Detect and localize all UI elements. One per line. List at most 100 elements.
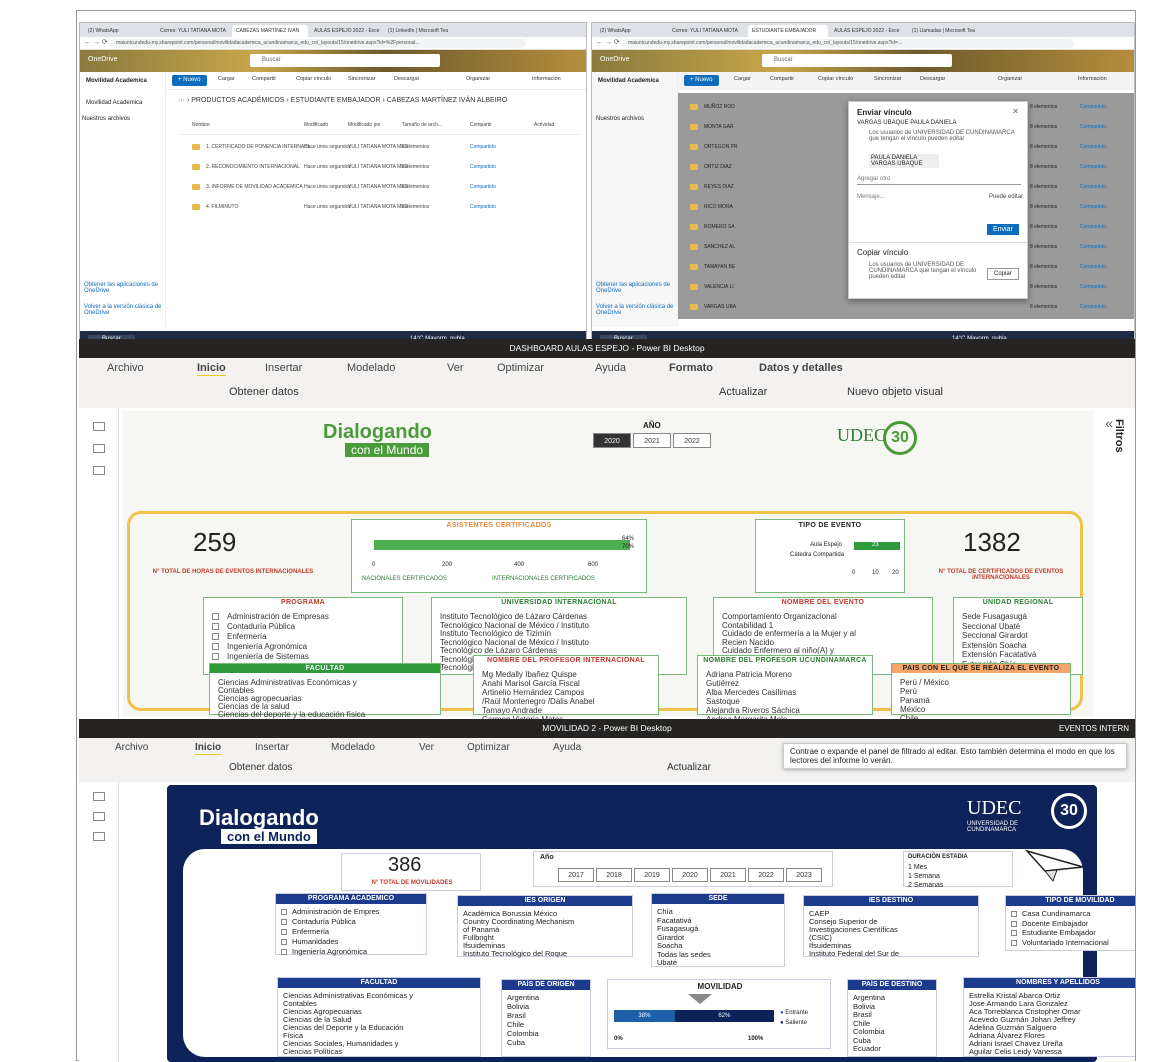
list-item[interactable]: Enfermería xyxy=(281,927,329,936)
nav-footer-link[interactable]: Obtener las aplicaciones de OneDrive xyxy=(84,282,162,294)
app-name[interactable]: OneDrive xyxy=(600,56,630,63)
list-item[interactable]: Aguilar Celis Leidy Vanessa xyxy=(969,1047,1062,1056)
ribbon-tab[interactable]: Formato xyxy=(669,362,713,374)
list-item[interactable]: Extensión Soacha xyxy=(962,641,1027,650)
share-status[interactable]: Compartido xyxy=(1080,237,1106,257)
message-input[interactable]: Mensaje... xyxy=(857,194,885,200)
share-status[interactable]: Compartido xyxy=(1080,157,1106,177)
browser-tab[interactable]: Correo: YULI TATIANA MOTA xyxy=(668,25,746,37)
ribbon-tab-active[interactable]: Inicio xyxy=(197,362,226,374)
checkbox[interactable] xyxy=(1011,939,1017,946)
year-button[interactable]: 2022 xyxy=(673,433,711,448)
list-item[interactable]: 1 Semana xyxy=(908,873,940,880)
list-item[interactable]: Ciencias Políticas xyxy=(283,1047,342,1056)
browser-tab[interactable]: Correo: YULI TATIANA MOTA xyxy=(156,25,230,37)
get-data-button[interactable]: Obtener datos xyxy=(229,762,292,773)
list-item[interactable]: Estudiante Embajador xyxy=(1011,928,1096,937)
list-item[interactable]: Seccional Ubaté xyxy=(962,622,1020,631)
share-status[interactable]: Compartido xyxy=(470,177,496,197)
ribbon-tab[interactable]: Ayuda xyxy=(553,742,581,753)
list-item[interactable]: Adriana Patricia Moreno xyxy=(706,670,792,679)
refresh-button[interactable]: Actualizar xyxy=(719,386,767,398)
list-item[interactable]: Contaduría Pública xyxy=(281,917,356,926)
download-button[interactable]: Descargar xyxy=(394,76,419,82)
browser-tab[interactable]: AULAS ESPEJO 2022 - Exce xyxy=(310,25,382,37)
copy-link-button[interactable]: Copiar vínculo xyxy=(296,76,331,82)
checkbox[interactable] xyxy=(212,643,219,651)
ribbon-tab[interactable]: Ayuda xyxy=(595,362,626,374)
checkbox[interactable] xyxy=(281,909,287,916)
share-status[interactable]: Compartido xyxy=(1080,197,1106,217)
share-status[interactable]: Compartido xyxy=(1080,117,1106,137)
checkbox[interactable] xyxy=(1011,920,1017,927)
ribbon-tab[interactable]: Optimizar xyxy=(467,742,510,753)
send-button[interactable]: Enviar xyxy=(987,224,1019,235)
list-item[interactable]: Docente Embajador xyxy=(1011,919,1088,928)
folder-row[interactable]: VARGAS UBA 8 elementos Compartido xyxy=(690,297,1120,317)
report-view-icon[interactable] xyxy=(93,422,105,431)
list-item[interactable]: Sede Fusagasugá xyxy=(962,612,1027,621)
share-status[interactable]: Compartido xyxy=(470,157,496,177)
column-header[interactable]: Modificado por xyxy=(348,115,381,135)
share-status[interactable]: Compartido xyxy=(470,137,496,157)
model-view-icon[interactable] xyxy=(93,466,105,475)
browser-tab[interactable]: (1) LinkedIn | Microsoft Tea xyxy=(384,25,462,37)
report-view-icon[interactable] xyxy=(93,792,105,801)
list-item[interactable]: Extensión Facatativá xyxy=(962,650,1036,659)
list-item[interactable]: Chile xyxy=(507,1020,524,1029)
ribbon-tab[interactable]: Insertar xyxy=(255,742,289,753)
browser-tab[interactable]: (2) WhatsApp xyxy=(84,25,154,37)
list-item[interactable]: Contaduría Pública xyxy=(212,622,295,631)
file-row[interactable]: 4. FILMINUTO Hace unos segundos YULI TATIA… xyxy=(180,197,580,217)
year-button[interactable]: 2021 xyxy=(633,433,671,448)
list-item[interactable]: Perú xyxy=(900,687,917,696)
link-scope[interactable]: Los usuarios de UNIVERSIDAD DE CUNDINAMA… xyxy=(869,130,1019,142)
list-item[interactable]: Sastoque xyxy=(706,697,740,706)
breadcrumb[interactable]: ··· › PRODUCTOS ACADÉMICOS › ESTUDIANTE … xyxy=(178,97,507,104)
new-button[interactable]: + Nuevo xyxy=(172,75,207,86)
close-icon[interactable]: ✕ xyxy=(1012,107,1019,116)
file-row[interactable]: 3. INFORME DE MOVILIDAD ACADEMICA Hace un… xyxy=(180,177,580,197)
file-name[interactable]: 3. INFORME DE MOVILIDAD ACADEMICA xyxy=(192,177,303,197)
share-status[interactable]: Compartido xyxy=(1080,277,1106,297)
permission-dropdown[interactable]: Puede editar xyxy=(989,194,1023,200)
ribbon-tab[interactable]: Ver xyxy=(447,362,464,374)
browser-tab[interactable]: AULAS ESPEJO 2022 - Exce xyxy=(830,25,906,37)
filters-pane-toggle[interactable]: Filtros xyxy=(1113,419,1125,453)
nav-item[interactable]: Movilidad Academica xyxy=(86,100,142,106)
list-item[interactable]: Argentina xyxy=(507,993,539,1002)
organize-button[interactable]: Organizar xyxy=(466,76,490,82)
year-button[interactable]: 2019 xyxy=(634,868,670,882)
list-item[interactable]: /Raúl Montenegro /Dalis Anabel xyxy=(482,697,595,706)
file-name[interactable]: 1. CERTIFICADO DE PONENCIA INTERNACI... xyxy=(192,137,313,157)
nav-item[interactable]: Nuestros archivos xyxy=(82,116,130,122)
year-button[interactable]: 2022 xyxy=(748,868,784,882)
share-status[interactable]: Compartido xyxy=(1080,177,1106,197)
ribbon-tab[interactable]: Archivo xyxy=(107,362,144,374)
list-item[interactable]: Humanidades xyxy=(281,937,338,946)
list-item[interactable]: Ingeniería Agronómica xyxy=(212,642,307,651)
recipient-chip[interactable]: PAULA DANIELA VARGAS UBAQUE xyxy=(869,154,939,168)
ribbon-tab-active[interactable]: Inicio xyxy=(195,742,221,753)
browser-tab-active[interactable]: ESTUDIANTE EMBAJADOR xyxy=(748,25,828,37)
list-item[interactable]: Ecuador xyxy=(853,1044,881,1053)
sync-button[interactable]: Sincronizar xyxy=(348,76,376,82)
new-visual-button[interactable]: Nuevo objeto visual xyxy=(847,386,943,398)
list-item[interactable]: Ingeniería Agronómica xyxy=(281,947,367,956)
share-status[interactable]: Compartido xyxy=(470,197,496,217)
checkbox[interactable] xyxy=(1011,911,1017,918)
list-item[interactable]: Tamayo Andrade xyxy=(482,706,542,715)
list-item[interactable]: Ingeniería de Sistemas xyxy=(212,652,309,661)
list-item[interactable]: Artinelio Hernández Campos xyxy=(482,688,584,697)
checkbox[interactable] xyxy=(212,623,219,631)
file-row[interactable]: 2. RECONOCIMIENTO INTERNACIONAL Hace unos… xyxy=(180,157,580,177)
share-button[interactable]: Compartir xyxy=(770,76,794,82)
list-item[interactable]: Panamá xyxy=(900,696,930,705)
refresh-button[interactable]: Actualizar xyxy=(667,762,711,773)
checkbox[interactable] xyxy=(212,613,219,621)
year-button[interactable]: 2017 xyxy=(558,868,594,882)
list-item[interactable]: Casa Cundinamarca xyxy=(1011,909,1090,918)
list-item[interactable]: México xyxy=(900,705,925,714)
model-view-icon[interactable] xyxy=(93,832,105,841)
file-name[interactable]: 2. RECONOCIMIENTO INTERNACIONAL xyxy=(192,157,300,177)
